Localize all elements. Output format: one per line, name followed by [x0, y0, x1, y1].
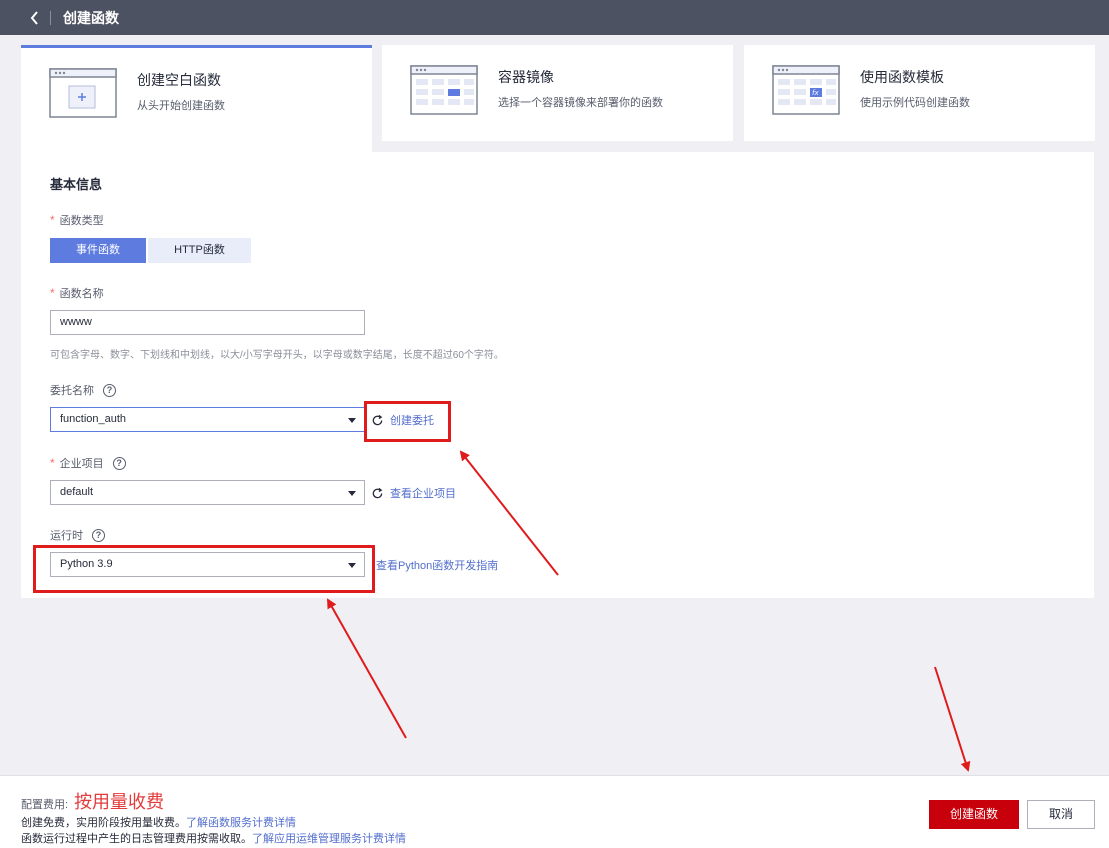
back-button[interactable]	[24, 0, 46, 35]
runtime-label: 运行时 ?	[50, 527, 105, 543]
function-type-label: * 函数类型	[50, 213, 104, 227]
refresh-icon[interactable]	[371, 487, 384, 500]
tile-desc: 选择一个容器镜像来部署你的函数	[498, 97, 663, 109]
required-mark: *	[50, 456, 55, 470]
python-guide-link[interactable]: 查看Python函数开发指南	[376, 557, 498, 573]
top-bar: 创建函数	[0, 0, 1109, 35]
arrow-to-create-button	[934, 666, 971, 772]
tile-blank-function[interactable]: 创建空白函数 从头开始创建函数	[21, 45, 372, 153]
fee-summary: 配置费用: 按用量收费	[21, 788, 164, 814]
function-name-hint: 可包含字母、数字、下划线和中划线，以大/小写字母开头，以字母或数字结尾，长度不超…	[50, 350, 504, 361]
create-function-button[interactable]: 创建函数	[929, 800, 1019, 829]
annotation-box-runtime	[33, 545, 375, 593]
tile-title: 使用函数模板	[860, 69, 944, 85]
function-template-icon: fx	[772, 65, 840, 115]
function-name-label: * 函数名称	[50, 286, 104, 300]
enterprise-project-select[interactable]: default	[50, 480, 365, 505]
page-title: 创建函数	[63, 9, 119, 26]
tile-title: 容器镜像	[498, 69, 554, 85]
agency-select[interactable]: function_auth	[50, 407, 365, 432]
agency-label: 委托名称 ?	[50, 382, 116, 398]
chevron-left-icon	[30, 10, 38, 25]
arrow-to-runtime	[327, 598, 407, 739]
required-mark: *	[50, 213, 55, 227]
footer-bar: 配置费用: 按用量收费 创建免费，实用阶段按用量收费。了解函数服务计费详情 函数…	[0, 775, 1109, 848]
tile-container-image[interactable]: 容器镜像 选择一个容器镜像来部署你的函数	[382, 45, 733, 141]
container-image-icon	[410, 65, 478, 115]
tile-title: 创建空白函数	[137, 72, 221, 88]
pricing-details-link[interactable]: 了解函数服务计费详情	[186, 817, 296, 829]
annotation-box-create-agency	[364, 401, 451, 442]
view-enterprise-project-link[interactable]: 查看企业项目	[371, 485, 456, 501]
caret-down-icon	[348, 491, 356, 496]
tile-desc: 使用示例代码创建函数	[860, 97, 970, 109]
divider	[50, 10, 51, 25]
blank-function-icon	[49, 68, 117, 118]
function-type-toggle: 事件函数 HTTP函数	[50, 238, 251, 263]
caret-down-icon	[348, 418, 356, 423]
fee-note-2: 函数运行过程中产生的日志管理费用按需收取。了解应用运维管理服务计费详情	[21, 833, 406, 845]
cancel-button[interactable]: 取消	[1027, 800, 1095, 829]
fee-label: 配置费用:	[21, 799, 69, 811]
event-function-option[interactable]: 事件函数	[50, 238, 146, 263]
svg-text:fx: fx	[812, 89, 819, 97]
help-icon[interactable]: ?	[92, 528, 105, 542]
fee-value: 按用量收费	[74, 792, 165, 812]
fee-note-1: 创建免费，实用阶段按用量收费。了解函数服务计费详情	[21, 817, 296, 829]
tile-desc: 从头开始创建函数	[137, 100, 225, 112]
function-name-input[interactable]: wwww	[50, 310, 365, 335]
required-mark: *	[50, 286, 55, 300]
enterprise-project-label: * 企业项目 ?	[50, 455, 126, 471]
http-function-option[interactable]: HTTP函数	[148, 238, 251, 263]
help-icon[interactable]: ?	[112, 456, 126, 470]
help-icon[interactable]: ?	[103, 383, 116, 397]
tile-function-template[interactable]: fx 使用函数模板 使用示例代码创建函数	[744, 45, 1095, 141]
section-title: 基本信息	[50, 177, 103, 192]
basic-info-panel: 基本信息 * 函数类型 事件函数 HTTP函数 * 函数名称 wwww 可包含字…	[21, 152, 1094, 598]
aom-pricing-link[interactable]: 了解应用运维管理服务计费详情	[252, 833, 406, 845]
